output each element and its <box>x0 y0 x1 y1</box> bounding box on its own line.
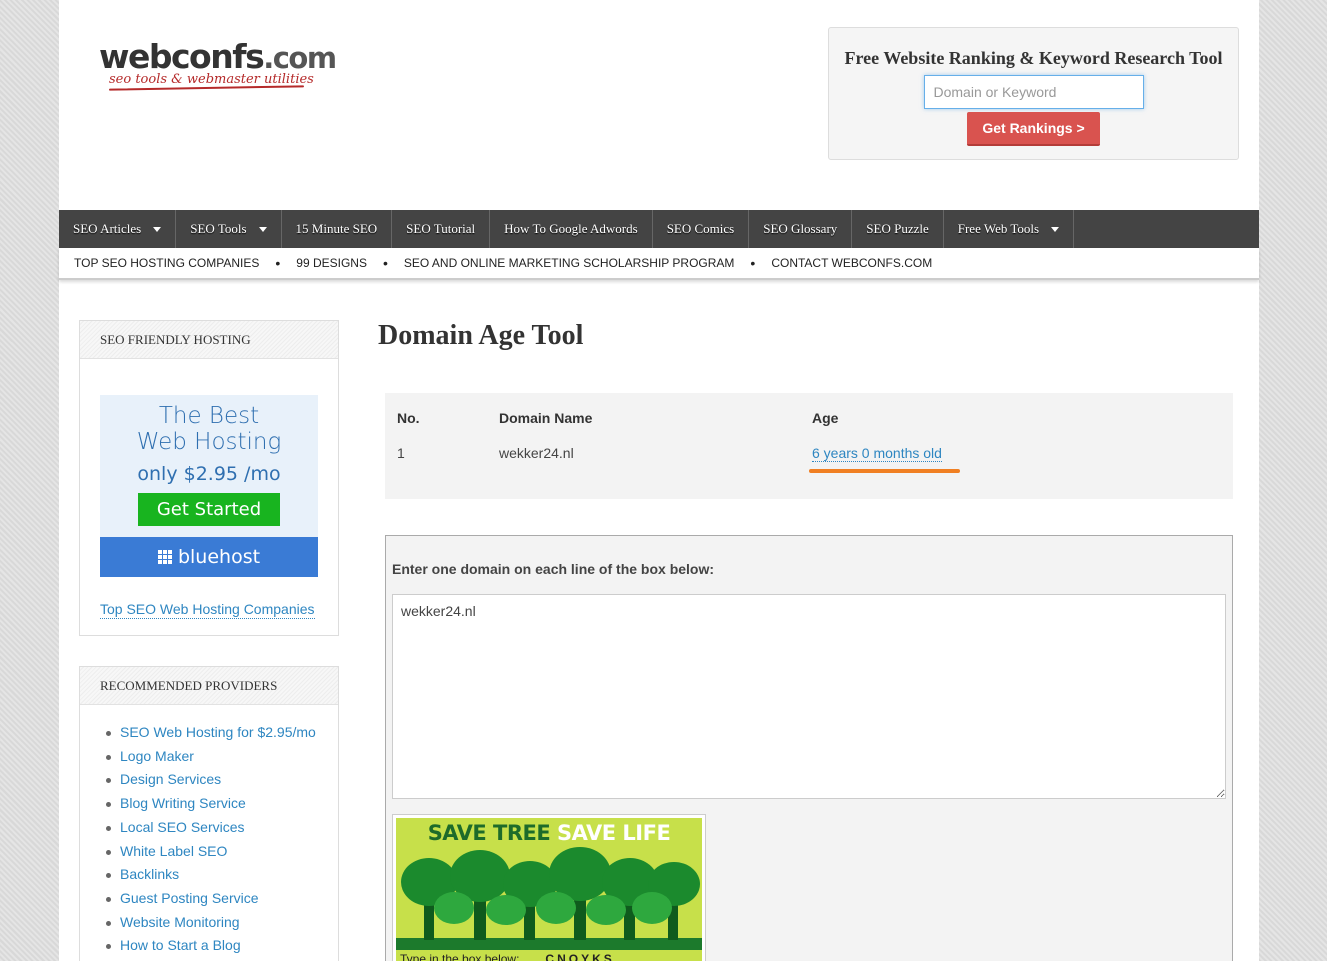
chevron-down-icon <box>258 226 267 232</box>
result-row-age-link[interactable]: 6 years 0 months old <box>812 445 942 462</box>
column-header-no: No. <box>397 410 420 426</box>
nav-seo-glossary[interactable]: SEO Glossary <box>749 210 853 248</box>
ad-get-started-button[interactable]: Get Started <box>138 493 280 526</box>
ad-brand-name: bluehost <box>177 546 261 568</box>
subnav-99-designs[interactable]: 99 DESIGNS <box>296 256 367 270</box>
result-row-domain: wekker24.nl <box>499 445 574 461</box>
captcha-code: CNOYKS <box>545 952 615 961</box>
list-item[interactable]: Local SEO Services <box>106 816 338 840</box>
chevron-down-icon <box>1051 226 1060 232</box>
site-logo[interactable]: webconfs.com seo tools & webmaster utili… <box>99 37 337 100</box>
results-table: No. Domain Name Age 1 wekker24.nl 6 year… <box>385 393 1233 499</box>
nav-free-web-tools[interactable]: Free Web Tools <box>944 210 1075 248</box>
ad-headline-1: The Best <box>158 403 260 429</box>
top-seo-hosting-link[interactable]: Top SEO Web Hosting Companies <box>100 601 315 619</box>
list-item[interactable]: Guest Posting Service <box>106 887 338 911</box>
domain-form: Enter one domain on each line of the box… <box>385 535 1233 961</box>
logo-name: webconfs <box>99 37 265 76</box>
captcha-image: SAVE TREE SAVE LIFE Type in the box belo… <box>396 818 702 961</box>
list-item[interactable]: Backlinks <box>106 863 338 887</box>
captcha-box: SAVE TREE SAVE LIFE Type in the box belo… <box>392 814 706 961</box>
domains-textarea[interactable]: wekker24.nl <box>392 594 1226 799</box>
bullet-separator: • <box>750 255 756 271</box>
recommended-providers-widget: RECOMMENDED PROVIDERS SEO Web Hosting fo… <box>79 666 339 961</box>
providers-list: SEO Web Hosting for $2.95/mo Logo Maker … <box>80 705 338 958</box>
nav-seo-puzzle[interactable]: SEO Puzzle <box>852 210 944 248</box>
subnav-contact[interactable]: CONTACT WEBCONFS.COM <box>771 256 932 270</box>
sub-nav: TOP SEO HOSTING COMPANIES • 99 DESIGNS •… <box>59 248 1259 280</box>
list-item[interactable]: SEO Web Hosting for $2.95/mo <box>106 721 338 745</box>
list-item[interactable]: Logo Maker <box>106 745 338 769</box>
trees-illustration <box>396 847 702 952</box>
subnav-scholarship[interactable]: SEO AND ONLINE MARKETING SCHOLARSHIP PRO… <box>404 256 735 270</box>
page-title: Domain Age Tool <box>378 320 584 351</box>
bluehost-ad[interactable]: The Best Web Hosting only $2.95 /mo Get … <box>100 395 318 577</box>
bullet-separator: • <box>275 255 281 271</box>
widget-title: RECOMMENDED PROVIDERS <box>80 667 338 705</box>
column-header-domain: Domain Name <box>499 410 593 426</box>
nav-seo-articles[interactable]: SEO Articles <box>59 210 177 248</box>
list-item[interactable]: Design Services <box>106 768 338 792</box>
bullet-separator: • <box>382 255 388 271</box>
widget-title: SEO FRIENDLY HOSTING <box>80 321 338 359</box>
column-header-age: Age <box>812 410 839 426</box>
domain-input-label: Enter one domain on each line of the box… <box>392 561 715 577</box>
ranking-tool-box: Free Website Ranking & Keyword Research … <box>828 27 1239 160</box>
result-row-number: 1 <box>397 445 405 461</box>
nav-seo-tutorial[interactable]: SEO Tutorial <box>392 210 491 248</box>
ad-brand-bar: bluehost <box>100 537 318 577</box>
list-item[interactable]: Blog Writing Service <box>106 792 338 816</box>
age-highlight-underline <box>809 469 960 473</box>
ranking-tool-title: Free Website Ranking & Keyword Research … <box>844 48 1223 68</box>
nav-google-adwords[interactable]: How To Google Adwords <box>490 210 653 248</box>
chevron-down-icon <box>153 226 162 232</box>
domain-keyword-input[interactable] <box>923 75 1144 109</box>
list-item[interactable]: Website Monitoring <box>106 911 338 935</box>
get-rankings-button[interactable]: Get Rankings > <box>967 112 1100 146</box>
seo-hosting-widget: SEO FRIENDLY HOSTING The Best Web Hostin… <box>79 320 339 636</box>
captcha-prompt: Type in the box below: CNOYKS <box>396 950 702 961</box>
subnav-top-seo-hosting[interactable]: TOP SEO HOSTING COMPANIES <box>74 256 259 270</box>
nav-seo-tools[interactable]: SEO Tools <box>176 210 282 248</box>
logo-tld: .com <box>263 41 337 75</box>
nav-seo-comics[interactable]: SEO Comics <box>653 210 750 248</box>
list-item[interactable]: How to Start a Blog <box>106 934 338 958</box>
ad-price: only $2.95 /mo <box>137 463 281 485</box>
page: webconfs.com seo tools & webmaster utili… <box>59 0 1259 961</box>
list-item[interactable]: White Label SEO <box>106 840 338 864</box>
ad-headline-2: Web Hosting <box>136 429 282 455</box>
main-nav: SEO Articles SEO Tools 15 Minute SEO SEO… <box>59 210 1259 248</box>
nav-15-minute-seo[interactable]: 15 Minute SEO <box>282 210 393 248</box>
bluehost-grid-icon <box>157 550 172 564</box>
